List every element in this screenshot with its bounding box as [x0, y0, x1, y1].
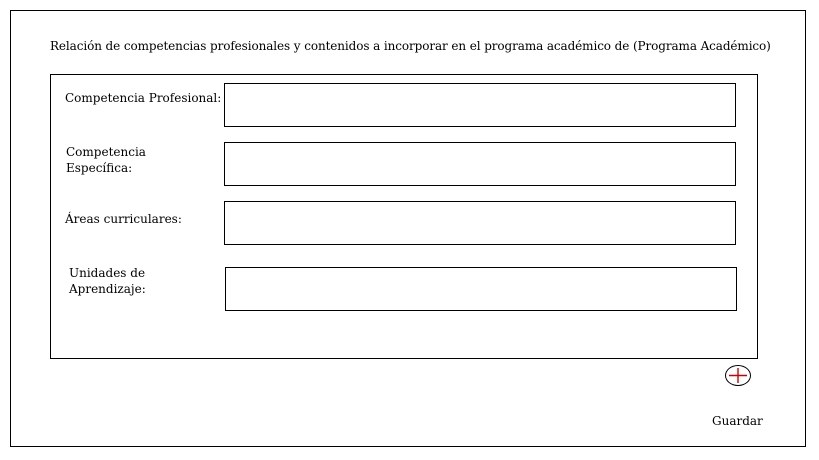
competencia-especifica-field[interactable]: [224, 142, 736, 186]
competencia-especifica-label-line-2: Específica:: [66, 161, 133, 175]
unidades-aprendizaje-field[interactable]: [225, 267, 737, 311]
competencia-profesional-label: Competencia Profesional:: [65, 90, 225, 106]
unidades-aprendizaje-label-line-1: Unidades de: [69, 266, 146, 280]
areas-curriculares-field[interactable]: [224, 201, 736, 245]
competencia-profesional-field[interactable]: [224, 83, 736, 127]
competencia-especifica-label: Competencia Específica:: [66, 144, 226, 176]
areas-curriculares-label: Áreas curriculares:: [65, 211, 225, 227]
competencia-especifica-label-line-1: Competencia: [66, 145, 146, 159]
unidades-aprendizaje-label: Unidades de Aprendizaje:: [69, 265, 229, 297]
plus-circle-icon: [729, 368, 747, 383]
page-title: Relación de competencias profesionales y…: [50, 39, 771, 53]
areas-curriculares-label-line-1: Áreas curriculares:: [65, 212, 182, 226]
competencias-form-panel: Competencia Profesional: Competencia Esp…: [50, 74, 758, 359]
unidades-aprendizaje-label-line-2: Aprendizaje:: [69, 282, 146, 296]
competencia-profesional-label-line-1: Competencia Profesional:: [65, 91, 222, 105]
add-competencia-button[interactable]: [725, 365, 751, 386]
save-button[interactable]: Guardar: [712, 414, 763, 428]
